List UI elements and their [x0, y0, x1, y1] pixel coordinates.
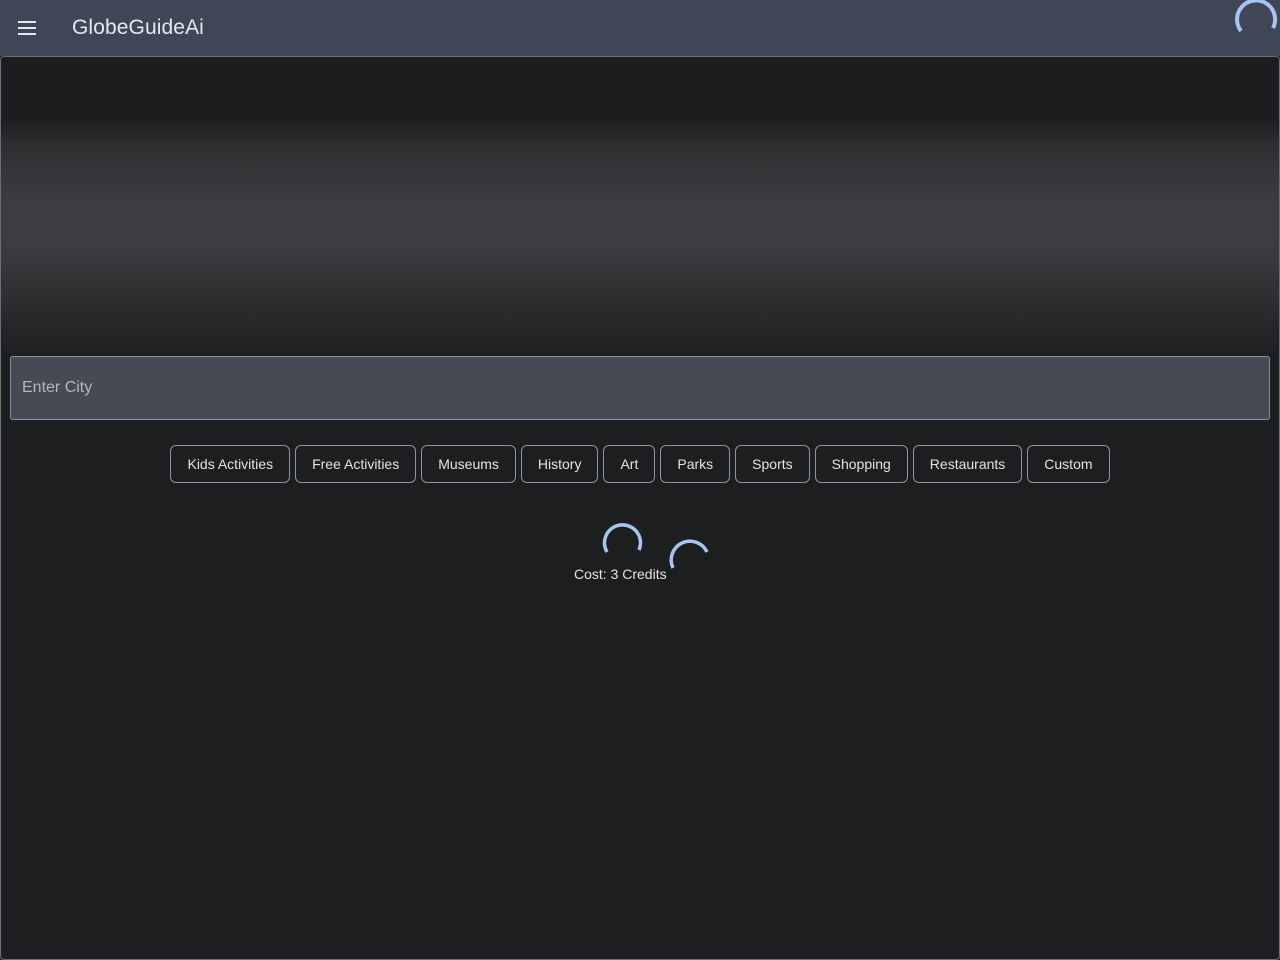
loading-spinner-icon — [669, 539, 709, 569]
chip-sports[interactable]: Sports — [735, 445, 810, 483]
main-content: Kids Activities Free Activities Museums … — [0, 56, 1280, 960]
category-chips: Kids Activities Free Activities Museums … — [1, 445, 1279, 483]
chip-free-activities[interactable]: Free Activities — [295, 445, 417, 483]
chip-kids-activities[interactable]: Kids Activities — [170, 445, 291, 483]
chip-restaurants[interactable]: Restaurants — [912, 445, 1023, 483]
top-app-bar: GlobeGuideAi — [0, 0, 1280, 56]
chip-history[interactable]: History — [520, 445, 599, 483]
loading-spinner-icon — [602, 523, 643, 553]
chip-shopping[interactable]: Shopping — [814, 445, 908, 483]
chip-museums[interactable]: Museums — [421, 445, 516, 483]
app-title: GlobeGuideAi — [72, 16, 204, 39]
chip-custom[interactable]: Custom — [1027, 445, 1110, 483]
chip-parks[interactable]: Parks — [660, 445, 731, 483]
chip-art[interactable]: Art — [603, 445, 656, 483]
hero-banner — [1, 57, 1279, 357]
loading-spinner-icon — [1235, 0, 1277, 33]
cost-label: Cost: 3 Credits — [574, 566, 667, 582]
city-search-input[interactable] — [10, 356, 1270, 420]
menu-button[interactable] — [8, 8, 48, 48]
menu-icon — [18, 21, 36, 35]
